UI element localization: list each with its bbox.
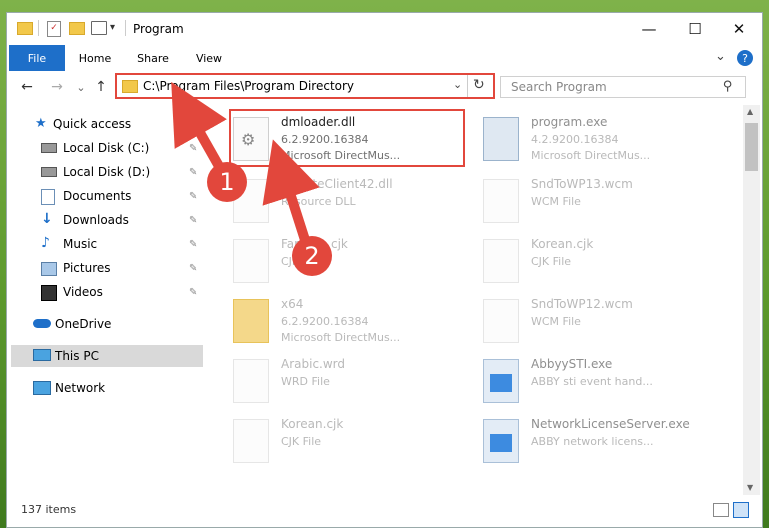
annotation-arrows [171,81,320,242]
arrow-to-dll-file [262,139,320,242]
step-badge-1: 1 [207,162,247,202]
step-badge-2: 2 [292,236,332,276]
arrow-to-address-bar [171,81,227,171]
